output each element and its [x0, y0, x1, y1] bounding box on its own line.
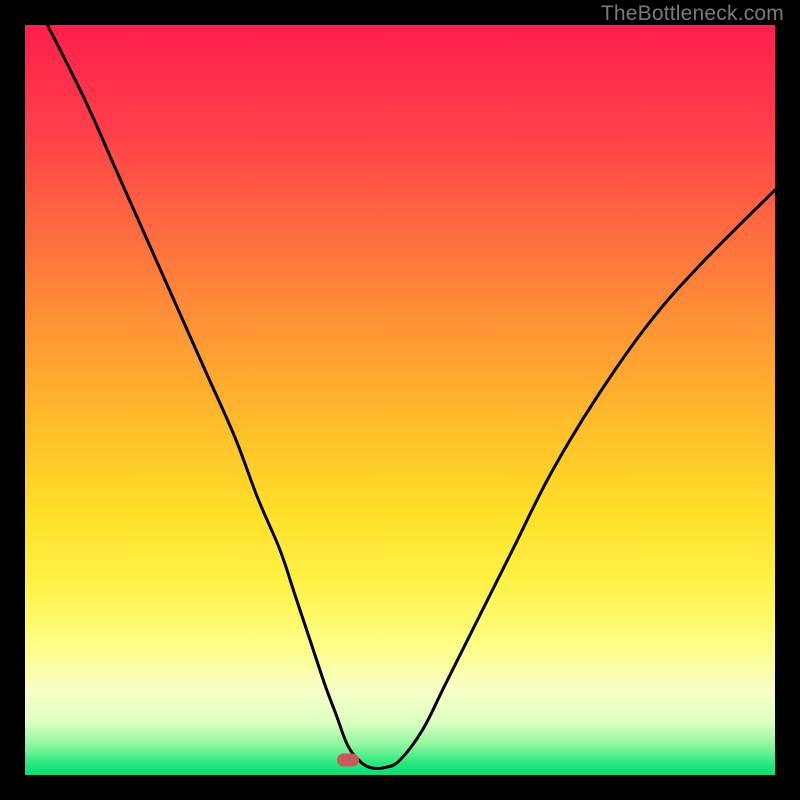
- bottleneck-curve: [48, 25, 776, 769]
- chart-frame: TheBottleneck.com: [0, 0, 800, 800]
- curve-svg: [25, 25, 775, 775]
- watermark-text: TheBottleneck.com: [601, 2, 784, 26]
- plot-area: [25, 25, 775, 775]
- optimum-marker: [337, 754, 359, 767]
